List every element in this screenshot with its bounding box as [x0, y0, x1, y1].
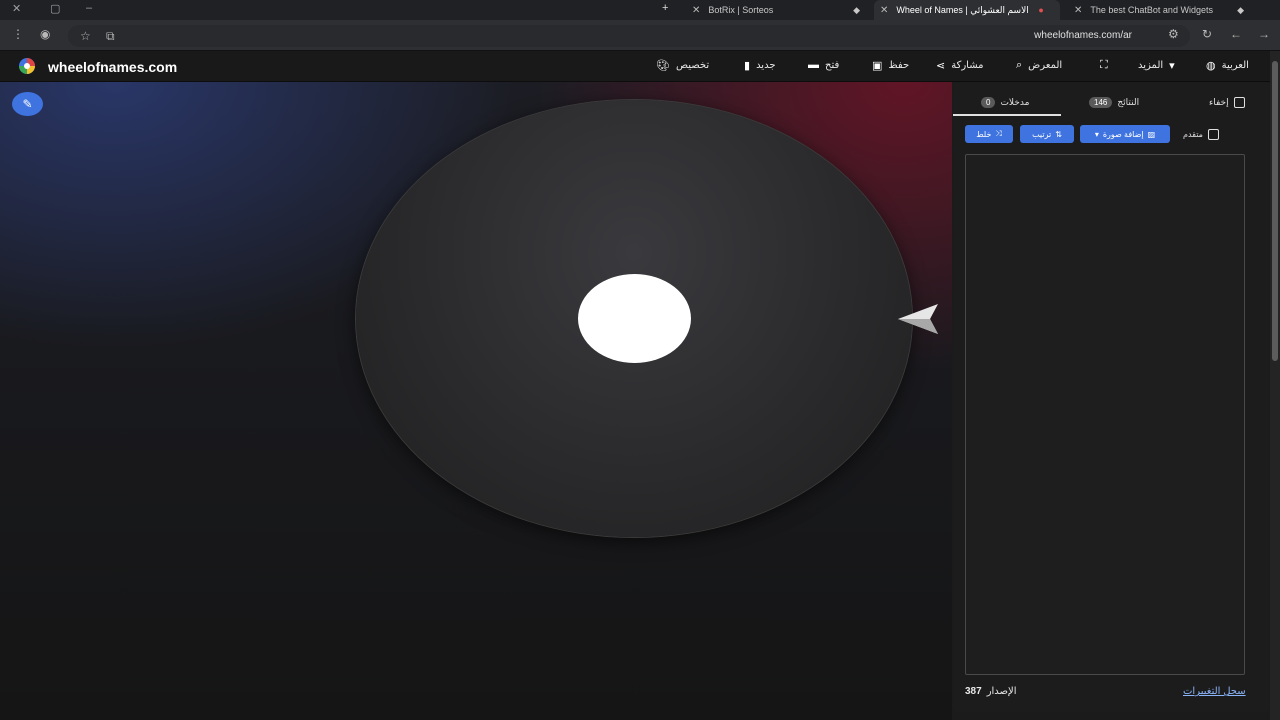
url-text[interactable]: wheelofnames.com/ar	[1034, 30, 1132, 41]
wheel-favicon-icon: ●	[1038, 5, 1044, 15]
wheel-center-hub[interactable]	[578, 274, 691, 363]
gallery-button[interactable]: ⌕ المعرض	[1016, 59, 1062, 72]
new-button[interactable]: ▮ جديد	[744, 59, 776, 72]
tab-results-label: النتائج	[1117, 97, 1140, 107]
share-icon: ⋖	[936, 60, 946, 72]
tab-entries[interactable]: 0 مدخلات	[981, 97, 1029, 108]
file-icon: ▮	[744, 60, 751, 72]
save-icon: ▣	[872, 60, 883, 72]
add-image-label: إضافة صورة	[1102, 129, 1144, 139]
advanced-checkbox[interactable]	[1207, 129, 1219, 140]
tab-label: BotRix | Sorteos	[708, 5, 774, 15]
pencil-icon: ✎	[22, 97, 33, 111]
share-label: مشاركة	[951, 60, 984, 71]
close-tab-icon[interactable]: ✕	[1074, 5, 1082, 16]
tab-wheel-of-names[interactable]: ✕ Wheel of Names | عجلة الاسم العشوائي ●	[874, 0, 1060, 20]
page-scrollbar[interactable]	[1270, 51, 1280, 720]
omnibox[interactable]: ☆ ⧉	[68, 25, 1190, 47]
panel-tabs: 0 مدخلات 146 النتائج إخفاء	[953, 82, 1270, 116]
close-tab-icon[interactable]: ✕	[880, 5, 888, 16]
reload-icon[interactable]: ↻	[1202, 27, 1212, 41]
results-count-badge: 146	[1089, 97, 1113, 108]
hide-toggle[interactable]: إخفاء	[1209, 97, 1245, 108]
language-button[interactable]: ◍ العربية	[1206, 59, 1249, 72]
gallery-label: المعرض	[1028, 60, 1063, 71]
palette-icon: 🎨︎	[656, 60, 670, 72]
browser-tab-bar: ✕ ▢ – + ✕ BotRix | Sorteos ◆ ✕ Wheel of …	[0, 0, 1280, 20]
save-button[interactable]: ▣ حفظ	[872, 59, 909, 72]
shuffle-button[interactable]: خلط ⤨	[965, 125, 1013, 143]
version-info: الإصدار 387	[965, 686, 1017, 697]
active-tab-underline	[953, 114, 1061, 116]
version-label: الإصدار	[986, 686, 1017, 697]
tab-chatbot[interactable]: ✕ The best ChatBot and Widgets ◆	[1068, 0, 1250, 20]
close-tab-icon[interactable]: ✕	[692, 5, 700, 16]
globe-icon: ◍	[1206, 60, 1216, 72]
tab-entries-label: مدخلات	[1000, 97, 1030, 107]
hide-checkbox[interactable]	[1233, 97, 1245, 108]
chevron-down-icon: ▾	[1169, 60, 1175, 72]
sort-label: ترتيب	[1032, 129, 1052, 139]
new-tab-icon[interactable]: +	[662, 2, 668, 14]
add-image-button[interactable]: ▾ إضافة صورة ▨	[1080, 125, 1170, 143]
edit-pencil-button[interactable]: ✎	[12, 92, 43, 116]
fullscreen-icon: ⛶	[1100, 59, 1108, 71]
more-label: المزيد	[1138, 60, 1164, 71]
address-bar: ⋮ ◉ ☆ ⧉ wheelofnames.com/ar ⚙ ↻ ← →	[0, 20, 1280, 51]
shuffle-label: خلط	[976, 129, 992, 139]
share-button[interactable]: ⋖ مشاركة	[936, 59, 984, 72]
tab-label: Wheel of Names | عجلة الاسم العشوائي	[896, 4, 1030, 15]
menu-dots-icon[interactable]: ⋮	[12, 27, 24, 41]
diamond-favicon-icon: ◆	[1237, 4, 1244, 15]
search-icon: ⌕	[1016, 59, 1023, 71]
minimize-window-icon[interactable]: –	[86, 2, 92, 14]
eye-icon[interactable]: ◉	[40, 27, 50, 41]
tab-label: The best ChatBot and Widgets	[1090, 5, 1213, 15]
tab-results[interactable]: 146 النتائج	[1089, 97, 1139, 108]
scrollbar-thumb[interactable]	[1272, 61, 1278, 361]
hide-label: إخفاء	[1209, 97, 1229, 107]
entries-textarea[interactable]	[965, 154, 1245, 675]
customize-button[interactable]: 🎨︎ تخصيص	[656, 59, 709, 72]
back-icon[interactable]: ←	[1230, 27, 1242, 41]
forward-icon[interactable]: →	[1258, 27, 1270, 41]
wheel-pointer-icon	[898, 304, 938, 334]
star-icon[interactable]: ☆	[80, 29, 91, 43]
advanced-label: متقدم	[1183, 130, 1203, 139]
more-button[interactable]: المزيد ▾	[1138, 59, 1175, 72]
customize-label: تخصيص	[675, 60, 710, 71]
diamond-favicon-icon: ◆	[853, 4, 860, 15]
folder-icon: ▬	[808, 59, 819, 71]
logo-text[interactable]: wheelofnames.com	[48, 59, 177, 75]
sort-button[interactable]: ترتيب ⇅	[1020, 125, 1074, 143]
save-label: حفظ	[888, 60, 910, 71]
open-label: فتح	[825, 59, 840, 71]
changelog-link[interactable]: سجل التغييرات	[1183, 686, 1246, 697]
advanced-toggle[interactable]: متقدم	[1183, 129, 1219, 140]
chevron-down-icon: ▾	[1094, 129, 1099, 139]
logo-icon[interactable]	[14, 57, 40, 75]
entries-count-badge: 0	[981, 97, 996, 108]
app-header: wheelofnames.com 🎨︎ تخصيص ▮ جديد ▬ فتح ▣…	[0, 51, 1280, 82]
open-button[interactable]: ▬ فتح	[808, 59, 839, 71]
cast-icon[interactable]: ⧉	[106, 29, 115, 44]
site-settings-icon[interactable]: ⚙	[1168, 27, 1179, 41]
fullscreen-button[interactable]: ⛶	[1100, 59, 1108, 72]
sort-icon: ⇅	[1055, 129, 1062, 139]
close-window-icon[interactable]: ✕	[12, 2, 21, 15]
restore-window-icon[interactable]: ▢	[50, 2, 60, 15]
image-icon: ▨	[1147, 129, 1156, 139]
shuffle-icon: ⤨	[995, 129, 1002, 138]
tab-botrix[interactable]: ✕ BotRix | Sorteos ◆	[686, 0, 866, 20]
language-label: العربية	[1221, 60, 1249, 71]
version-number: 387	[965, 686, 982, 697]
new-label: جديد	[756, 60, 776, 71]
